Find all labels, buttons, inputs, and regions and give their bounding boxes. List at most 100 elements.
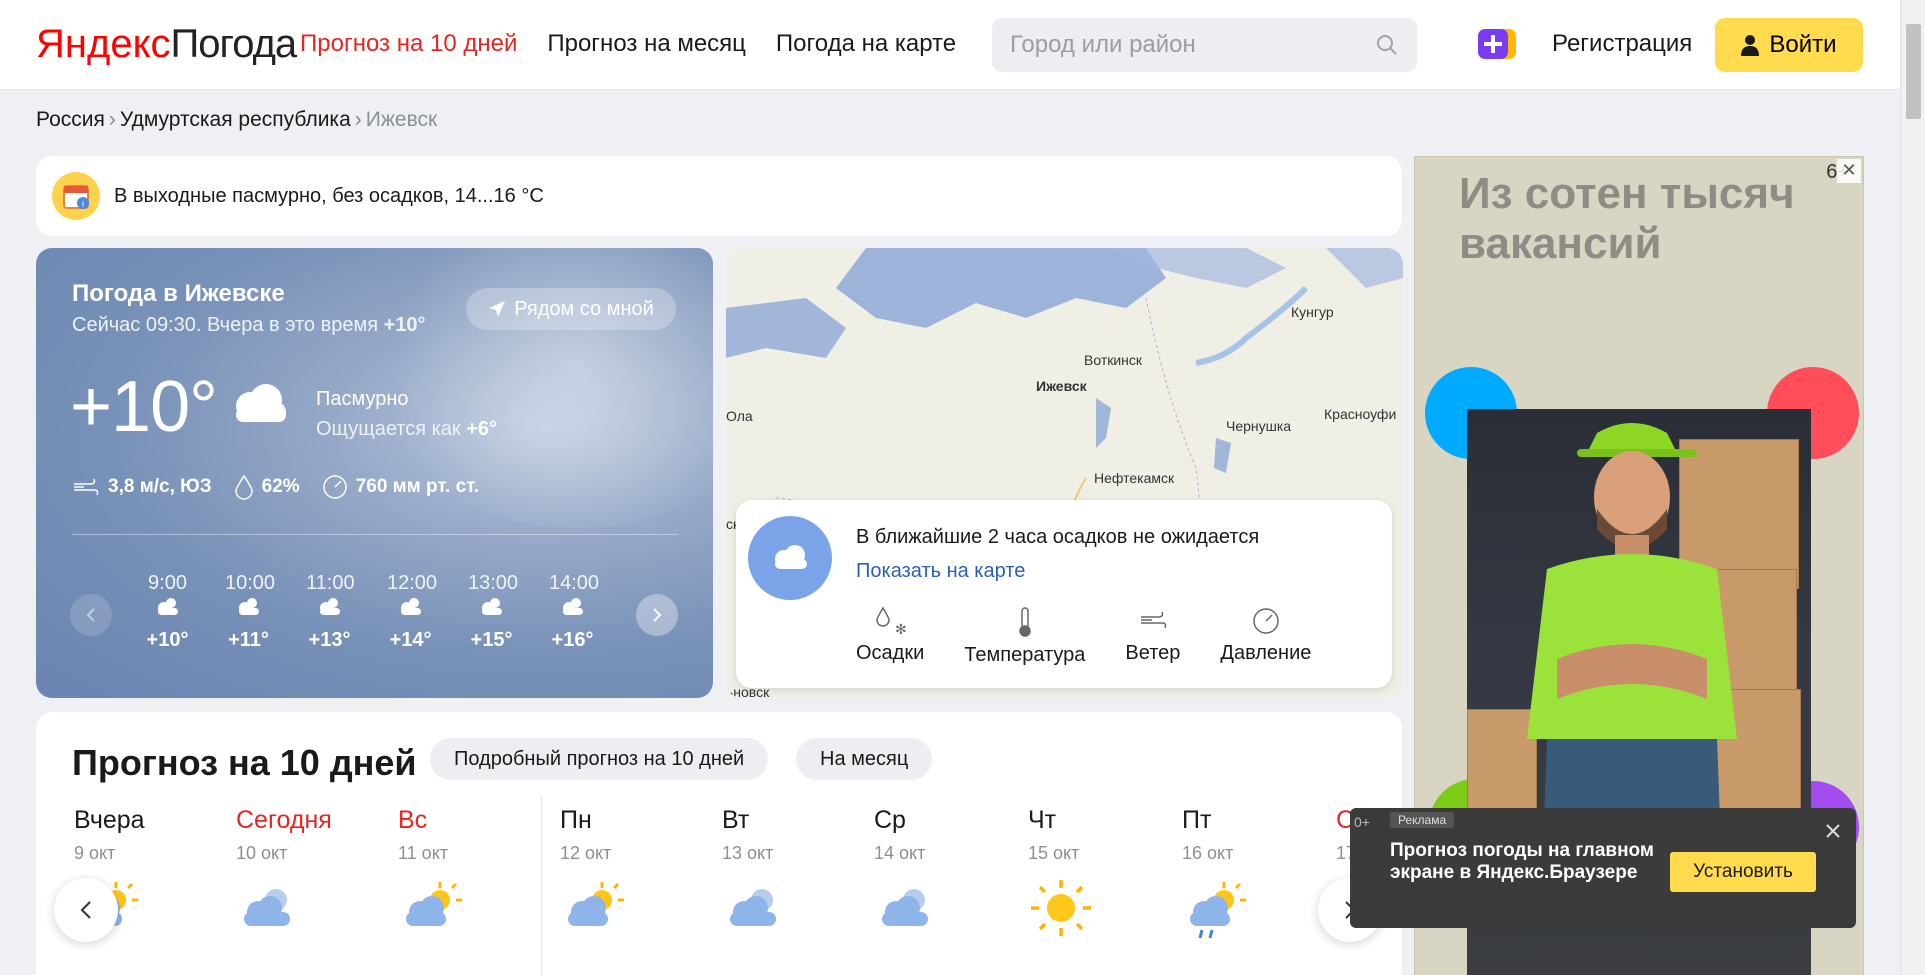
hour-item: 9:00 +10°	[144, 572, 191, 652]
current-weather-card[interactable]: Погода в Ижевске Сейчас 09:30. Вчера в э…	[36, 248, 713, 698]
logo-pogoda: Погода	[170, 22, 298, 66]
pressure-value: 760 мм рт. ст.	[355, 476, 480, 497]
wind-item: 3,8 м/с, ЮЗ	[72, 476, 212, 498]
day-name: Пт	[1182, 806, 1212, 834]
cloud-icon	[236, 384, 286, 422]
search-icon[interactable]	[1375, 33, 1399, 57]
layer-label: Осадки	[856, 642, 925, 664]
install-button[interactable]: Установить	[1670, 852, 1816, 892]
day-card[interactable]: Вт 13 окт	[722, 806, 852, 943]
day-date: 10 окт	[236, 843, 288, 863]
hour-item: 13:00 +15°	[468, 572, 518, 652]
day-card[interactable]: Пн 12 окт	[560, 806, 690, 943]
day-name: Вчера	[74, 806, 145, 834]
layer-temperature[interactable]: Температура	[964, 606, 1085, 667]
sun-cloud-icon	[238, 598, 259, 615]
subtitle-text: Сейчас 09:30. Вчера в это время	[72, 314, 379, 336]
drop-icon	[234, 474, 253, 500]
map-label: Нефтекамск	[1094, 470, 1175, 486]
precipitation-map[interactable]: Кунгур Воткинск Ижевск Ола Чернушка Крас…	[726, 248, 1403, 698]
login-button[interactable]: Войти	[1715, 18, 1863, 72]
precipitation-card: В ближайшие 2 часа осадков не ожидается …	[736, 500, 1392, 688]
breadcrumb-region[interactable]: Удмуртская республика	[120, 108, 351, 131]
days-list: Вчера 9 окт Сегодня 10 окт Вс 11 окт Пн 12 о…	[74, 806, 1402, 975]
forecast-title: Прогноз на 10 дней	[72, 742, 417, 783]
header: ЯндексПогода Прогноз на 10 дней Прогноз …	[0, 0, 1900, 90]
thermometer-icon	[1019, 607, 1031, 637]
current-temp: +10°	[70, 367, 218, 447]
layer-wind[interactable]: Ветер	[1125, 606, 1180, 667]
toast-message: Прогноз погоды на главном экране в Яндек…	[1390, 840, 1654, 883]
day-name: Сегодня	[236, 806, 332, 834]
courier-person	[1527, 423, 1737, 869]
nav-10-days[interactable]: Прогноз на 10 дней	[300, 30, 517, 58]
layer-pressure[interactable]: Давление	[1220, 606, 1311, 667]
hour-temp: +13°	[308, 629, 351, 651]
chevron-left-icon	[86, 608, 95, 622]
day-date: 15 окт	[1028, 843, 1080, 863]
scrollbar[interactable]	[1900, 0, 1925, 975]
nav-map[interactable]: Погода на карте	[776, 30, 956, 58]
breadcrumb-city: Ижевск	[365, 108, 438, 131]
show-on-map-link[interactable]: Показать на карте	[856, 560, 1025, 583]
hour-time: 10:00	[225, 572, 276, 594]
hour-item: 14:00 +16°	[549, 572, 600, 652]
map-label: Красноуфи	[1324, 406, 1397, 422]
day-date: 11 окт	[398, 843, 449, 863]
condition: Пасмурно	[316, 388, 409, 410]
pressure-icon	[1253, 608, 1279, 634]
svg-text:i: i	[82, 199, 84, 209]
detailed-forecast-button[interactable]: Подробный прогноз на 10 дней	[430, 738, 769, 780]
hour-temp: +11°	[228, 629, 269, 651]
scrollbar-thumb[interactable]	[1906, 24, 1921, 119]
map-layers: ✻ Осадки Температура Ветер Давление	[856, 606, 1311, 667]
day-card[interactable]: Сегодня 10 окт	[236, 806, 366, 943]
humidity-item: 62%	[234, 474, 300, 500]
layer-precipitation[interactable]: ✻ Осадки	[856, 606, 924, 667]
nav-month[interactable]: Прогноз на месяц	[547, 30, 746, 58]
day-date: 12 окт	[560, 843, 612, 863]
calendar-icon: i	[52, 172, 100, 220]
near-me-button[interactable]: Рядом со мной	[466, 288, 676, 330]
hour-temp: +15°	[470, 629, 513, 651]
layer-label: Температура	[964, 644, 1086, 666]
divider	[72, 534, 678, 535]
hour-temp: +16°	[551, 629, 594, 651]
chevron-right-icon	[653, 608, 662, 622]
hour-time: 14:00	[549, 572, 600, 594]
sun-cloud-icon	[481, 598, 502, 615]
map-label: Ижевск	[1036, 378, 1087, 394]
feels-like: Ощущается как +6°	[316, 418, 497, 441]
humidity-value: 62%	[261, 476, 300, 497]
day-card[interactable]: Вс 11 окт	[398, 806, 528, 943]
sun-cloud-rain-icon	[1190, 882, 1246, 939]
weekend-alert[interactable]: i В выходные пасмурно, без осадков, 14..…	[36, 156, 1402, 236]
toast-ad-tag: Реклама	[1390, 812, 1455, 828]
toast-age: 0+	[1354, 814, 1370, 830]
hour-item: 11:00 +13°	[306, 572, 355, 652]
day-card[interactable]: Ср 14 окт	[874, 806, 1004, 943]
ad-close-button[interactable]: ✕	[1837, 159, 1861, 183]
month-forecast-button[interactable]: На месяц	[796, 738, 933, 780]
search-input[interactable]	[992, 18, 1352, 72]
breadcrumb-russia[interactable]: Россия	[36, 108, 105, 131]
sun-cloud-icon	[400, 598, 421, 615]
days-prev-button[interactable]	[54, 878, 118, 942]
day-name: Пн	[560, 806, 592, 834]
map-label: Кунгур	[1291, 304, 1334, 320]
day-name: Вс	[398, 806, 428, 834]
day-card[interactable]: Чт 15 окт	[1028, 806, 1158, 943]
day-card[interactable]: Пт 16 окт	[1182, 806, 1312, 949]
logo-yandex: Яндекс	[36, 22, 171, 66]
chevron-left-icon	[80, 901, 91, 919]
close-icon[interactable]	[1824, 822, 1842, 840]
map-label: Воткинск	[1084, 352, 1143, 368]
sun-cloud-icon	[319, 598, 340, 615]
day-date: 16 окт	[1182, 843, 1234, 863]
hours-next-button[interactable]	[636, 594, 678, 636]
yandex-plus-icon[interactable]	[1476, 27, 1518, 61]
logo[interactable]: ЯндексПогода	[36, 20, 298, 68]
hours-prev-button[interactable]	[70, 594, 112, 636]
cloud-icon	[244, 889, 290, 926]
register-link[interactable]: Регистрация	[1552, 30, 1692, 58]
